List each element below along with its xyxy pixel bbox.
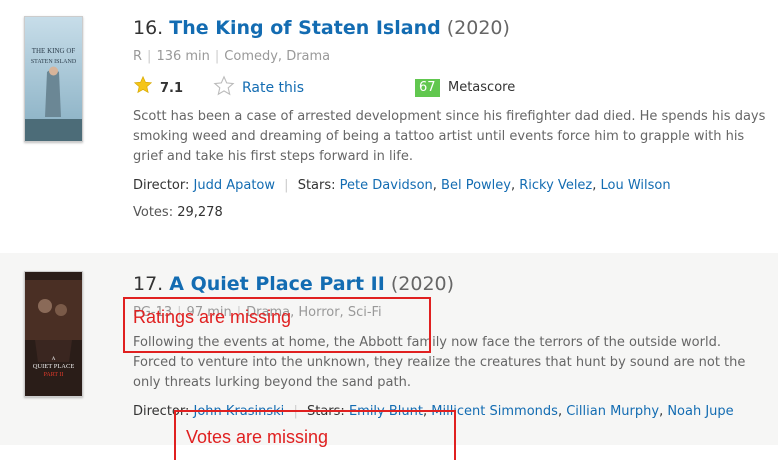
ratings-missing-annotation: Ratings are missing (123, 297, 431, 353)
movie-credits: Director: Judd Apatow | Stars: Pete Davi… (133, 178, 671, 193)
movie-year: (2020) (446, 17, 510, 39)
ratings-bar: 7.1 Rate this 67 Metascore (133, 72, 768, 102)
star-icon (133, 75, 153, 94)
star-link[interactable]: Bel Powley (441, 178, 511, 193)
list-index: 17. (133, 273, 164, 295)
svg-text:THE KING OF: THE KING OF (32, 47, 76, 55)
svg-text:PART II: PART II (44, 372, 64, 378)
star-link[interactable]: Pete Davidson (340, 178, 433, 193)
movie-description: Scott has been a case of arrested develo… (133, 109, 766, 164)
runtime: 136 min (156, 49, 210, 64)
votes-row: Votes: 29,278 (133, 205, 768, 220)
movie-title-link[interactable]: A Quiet Place Part II (169, 273, 385, 295)
star-link[interactable]: Lou Wilson (601, 178, 671, 193)
certificate: R (133, 49, 143, 64)
movie-list-item: THE KING OF STATEN ISLAND 16. The King o… (0, 0, 778, 253)
imdb-rating: 7.1 (160, 81, 184, 96)
movie-title-link[interactable]: The King of Staten Island (169, 17, 440, 39)
separator: | (147, 49, 152, 64)
metascore-label: Metascore (448, 80, 516, 95)
svg-text:A: A (52, 357, 56, 362)
movie-header: 16. The King of Staten Island (2020) (133, 14, 768, 42)
stars-label: Stars: (297, 178, 336, 193)
votes-missing-annotation: Votes are missing (174, 410, 456, 460)
genres: Comedy, Drama (224, 49, 331, 64)
votes-label: Votes: (133, 205, 174, 220)
star-link[interactable]: Cillian Murphy (566, 404, 659, 419)
director-label: Director: (133, 178, 190, 193)
star-outline-icon[interactable] (213, 75, 235, 97)
movie-year: (2020) (390, 273, 455, 295)
star-link[interactable]: Ricky Velez (519, 178, 592, 193)
list-index: 16. (133, 17, 164, 39)
separator: | (214, 49, 220, 64)
svg-text:STATEN ISLAND: STATEN ISLAND (31, 59, 77, 65)
movie-poster[interactable]: A QUIET PLACE PART II (24, 271, 83, 397)
annotation-text: Ratings are missing (133, 307, 292, 327)
star-link[interactable]: Noah Jupe (667, 404, 733, 419)
svg-text:QUIET PLACE: QUIET PLACE (33, 363, 75, 370)
movie-info: R | 136 min | Comedy, Drama (133, 48, 768, 66)
director-link[interactable]: Judd Apatow (194, 178, 276, 193)
rate-this-link[interactable]: Rate this (242, 80, 304, 96)
separator: | (284, 178, 289, 193)
movie-header: 17. A Quiet Place Part II (2020) (133, 270, 768, 298)
movie-poster[interactable]: THE KING OF STATEN ISLAND (24, 16, 83, 142)
metascore-badge: 67 (415, 79, 440, 97)
votes-count: 29,278 (177, 205, 223, 220)
